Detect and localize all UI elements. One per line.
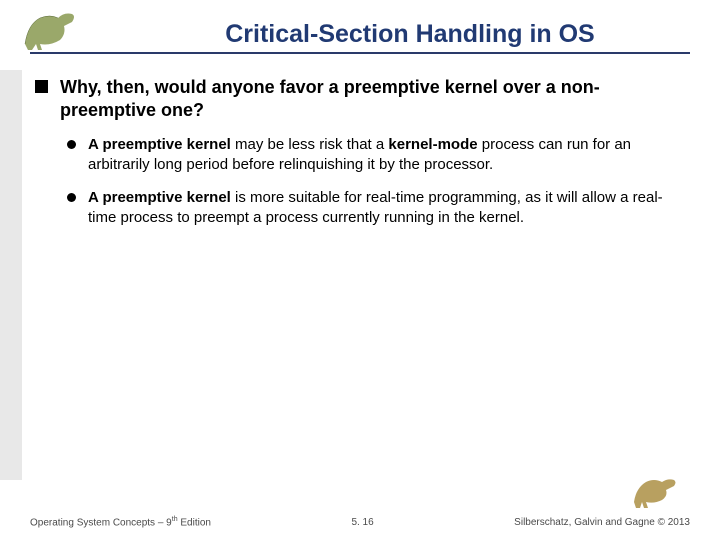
bullet-level2: A preemptive kernel is more suitable for…: [67, 188, 685, 227]
footer-book-title: Operating System Concepts – 9th Edition: [30, 516, 211, 528]
round-bullet-icon: [67, 193, 76, 202]
footer-copyright: Silberschatz, Galvin and Gagne © 2013: [514, 517, 690, 528]
main-question-text: Why, then, would anyone favor a preempti…: [60, 76, 685, 121]
page-title: Critical-Section Handling in OS: [30, 10, 720, 49]
sub-bullet-1-text: A preemptive kernel may be less risk tha…: [88, 135, 685, 174]
slide-footer: Operating System Concepts – 9th Edition …: [30, 516, 690, 528]
square-bullet-icon: [35, 80, 48, 93]
sub-bullet-2-text: A preemptive kernel is more suitable for…: [88, 188, 685, 227]
round-bullet-icon: [67, 140, 76, 149]
title-underline: [30, 52, 690, 54]
dinosaur-bottom-icon: [630, 470, 680, 510]
left-gray-strip: [0, 70, 22, 480]
footer-page-number: 5. 16: [351, 517, 373, 528]
slide-body: Why, then, would anyone favor a preempti…: [35, 76, 685, 241]
bullet-level2: A preemptive kernel may be less risk tha…: [67, 135, 685, 174]
bullet-level1: Why, then, would anyone favor a preempti…: [35, 76, 685, 121]
slide-header: Critical-Section Handling in OS: [0, 10, 720, 49]
